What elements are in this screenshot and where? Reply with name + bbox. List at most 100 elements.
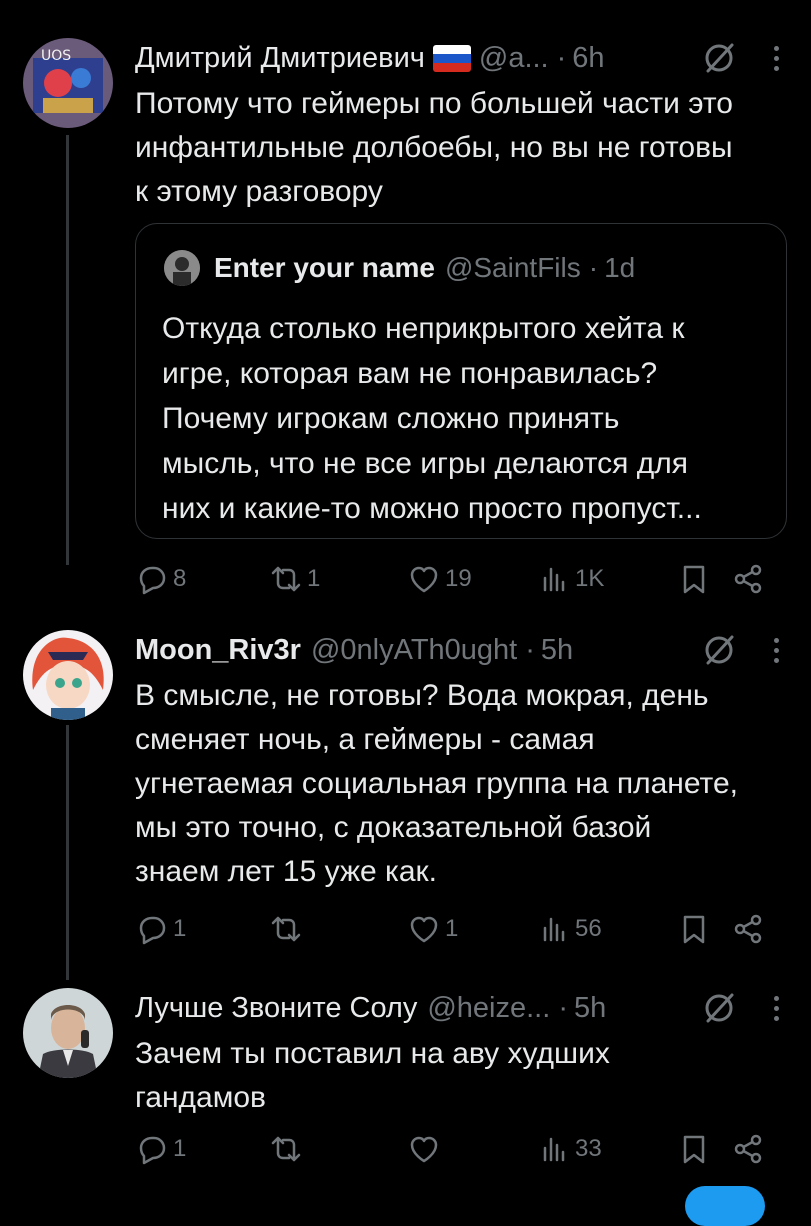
bookmark-icon xyxy=(683,565,705,594)
grok-icon[interactable] xyxy=(699,40,739,76)
reply-button[interactable]: 8 xyxy=(135,558,186,600)
post-header: Лучше Звоните Солу @heize... · 5h xyxy=(135,988,791,1028)
like-count: 19 xyxy=(445,565,472,592)
repost-icon xyxy=(271,1136,301,1162)
author-handle[interactable]: @0nlyATh0ught xyxy=(311,634,517,667)
share-icon xyxy=(734,564,762,594)
text-line: Потому что геймеры по большей части это xyxy=(135,87,733,120)
quote-header: Enter your name @SaintFils · 1d xyxy=(164,248,635,288)
text-line: Почему игрокам сложно принять xyxy=(162,402,620,435)
post-header: Moon_Riv3r @0nlyATh0ught · 5h xyxy=(135,630,791,670)
reply-count: 8 xyxy=(173,565,187,592)
quote-time: 1d xyxy=(604,252,636,283)
share-button[interactable] xyxy=(731,558,765,600)
bookmark-button[interactable] xyxy=(677,1128,711,1170)
reply-button[interactable]: 1 xyxy=(135,1128,186,1170)
author-handle[interactable]: @a... xyxy=(479,42,549,75)
text-line: гандамов xyxy=(135,1081,266,1114)
quote-text: Откуда столько неприкрытого хейта к игре… xyxy=(162,306,766,531)
like-button[interactable]: 1 xyxy=(407,908,458,950)
view-count: 56 xyxy=(575,915,602,942)
post-text: В смысле, не готовы? Вода мокрая, день с… xyxy=(135,674,791,894)
action-bar: 1 1 56 xyxy=(135,908,791,950)
more-icon[interactable] xyxy=(761,990,791,1026)
quoted-post[interactable]: Enter your name @SaintFils · 1d Откуда с… xyxy=(135,223,787,539)
like-icon xyxy=(410,566,438,593)
bookmark-icon xyxy=(683,915,705,944)
author-name[interactable]: Moon_Riv3r xyxy=(135,634,301,667)
text-line: угнетаемая социальная группа на планете, xyxy=(135,767,738,800)
thread-line xyxy=(66,135,69,565)
reply-count: 1 xyxy=(173,1135,187,1162)
svg-text:UOS: UOS xyxy=(41,48,71,64)
post-time[interactable]: 5h xyxy=(541,634,573,667)
action-bar: 8 1 19 1K xyxy=(135,558,791,600)
text-line: сменяет ночь, а геймеры - самая xyxy=(135,723,595,756)
more-icon[interactable] xyxy=(761,40,791,76)
separator-dot: · xyxy=(558,991,568,1024)
post-header: Дмитрий Дмитриевич @a... · 6h xyxy=(135,38,791,78)
like-button[interactable] xyxy=(407,1128,445,1170)
share-button[interactable] xyxy=(731,908,765,950)
text-line: В смысле, не готовы? Вода мокрая, день xyxy=(135,679,709,712)
grok-icon[interactable] xyxy=(699,632,739,668)
text-line: знаем лет 15 уже как. xyxy=(135,855,437,888)
author-handle[interactable]: @heize... xyxy=(427,992,550,1025)
like-icon xyxy=(410,916,438,943)
views-button[interactable]: 1K xyxy=(537,558,604,600)
repost-icon xyxy=(271,566,301,592)
reply-count: 1 xyxy=(173,915,187,942)
view-count: 1K xyxy=(575,565,605,592)
like-button[interactable]: 19 xyxy=(407,558,472,600)
bookmark-icon xyxy=(683,1135,705,1164)
repost-button[interactable]: 1 xyxy=(269,558,320,600)
views-icon xyxy=(543,917,565,942)
quote-author-handle: @SaintFils xyxy=(444,252,581,283)
views-button[interactable]: 33 xyxy=(537,1128,602,1170)
text-line: игре, которая вам не понравилась? xyxy=(162,357,658,390)
reply-icon xyxy=(139,916,166,945)
post[interactable]: Лучше Звоните Солу @heize... · 5h Зачем … xyxy=(135,988,791,1178)
post-time[interactable]: 5h xyxy=(574,992,606,1025)
repost-count: 1 xyxy=(307,565,321,592)
text-line: Зачем ты поставил на аву худших xyxy=(135,1037,610,1070)
reply-icon xyxy=(139,566,166,595)
text-line: к этому разговору xyxy=(135,175,383,208)
author-name[interactable]: Дмитрий Дмитриевич xyxy=(135,42,425,75)
text-line: мысль, что не все игры делаются для xyxy=(162,447,688,480)
views-button[interactable]: 56 xyxy=(537,908,602,950)
bookmark-button[interactable] xyxy=(677,558,711,600)
action-bar: 1 33 xyxy=(135,1128,791,1170)
post[interactable]: Дмитрий Дмитриевич @a... · 6h Потому что… xyxy=(135,38,791,598)
share-icon xyxy=(734,914,762,944)
post-time[interactable]: 6h xyxy=(572,42,604,75)
text-line: них и какие-то можно просто пропуст... xyxy=(162,492,702,525)
like-icon xyxy=(410,1136,438,1163)
views-icon xyxy=(543,567,565,592)
like-count: 1 xyxy=(445,915,459,942)
avatar[interactable]: UOS xyxy=(23,38,113,128)
thread-line xyxy=(66,725,69,980)
grok-icon[interactable] xyxy=(699,990,739,1026)
quote-avatar xyxy=(164,250,200,286)
avatar[interactable] xyxy=(23,988,113,1078)
repost-button[interactable] xyxy=(269,908,307,950)
repost-button[interactable] xyxy=(269,1128,307,1170)
separator-dot: · xyxy=(588,252,599,283)
post-text: Зачем ты поставил на аву худших гандамов xyxy=(135,1032,791,1120)
post-text: Потому что геймеры по большей части это … xyxy=(135,82,791,214)
view-count: 33 xyxy=(575,1135,602,1162)
views-icon xyxy=(543,1137,565,1162)
text-line: инфантильные долбоебы, но вы не готовы xyxy=(135,131,733,164)
avatar[interactable] xyxy=(23,630,113,720)
reply-button[interactable]: 1 xyxy=(135,908,186,950)
more-icon[interactable] xyxy=(761,632,791,668)
bookmark-button[interactable] xyxy=(677,908,711,950)
text-line: Откуда столько неприкрытого хейта к xyxy=(162,312,685,345)
share-button[interactable] xyxy=(731,1128,765,1170)
text-line: мы это точно, с доказательной базой xyxy=(135,811,652,844)
post[interactable]: Moon_Riv3r @0nlyATh0ught · 5h В смысле, … xyxy=(135,630,791,950)
compose-button[interactable] xyxy=(685,1186,765,1226)
author-name[interactable]: Лучше Звоните Солу xyxy=(135,992,417,1025)
separator-dot: · xyxy=(556,41,567,74)
